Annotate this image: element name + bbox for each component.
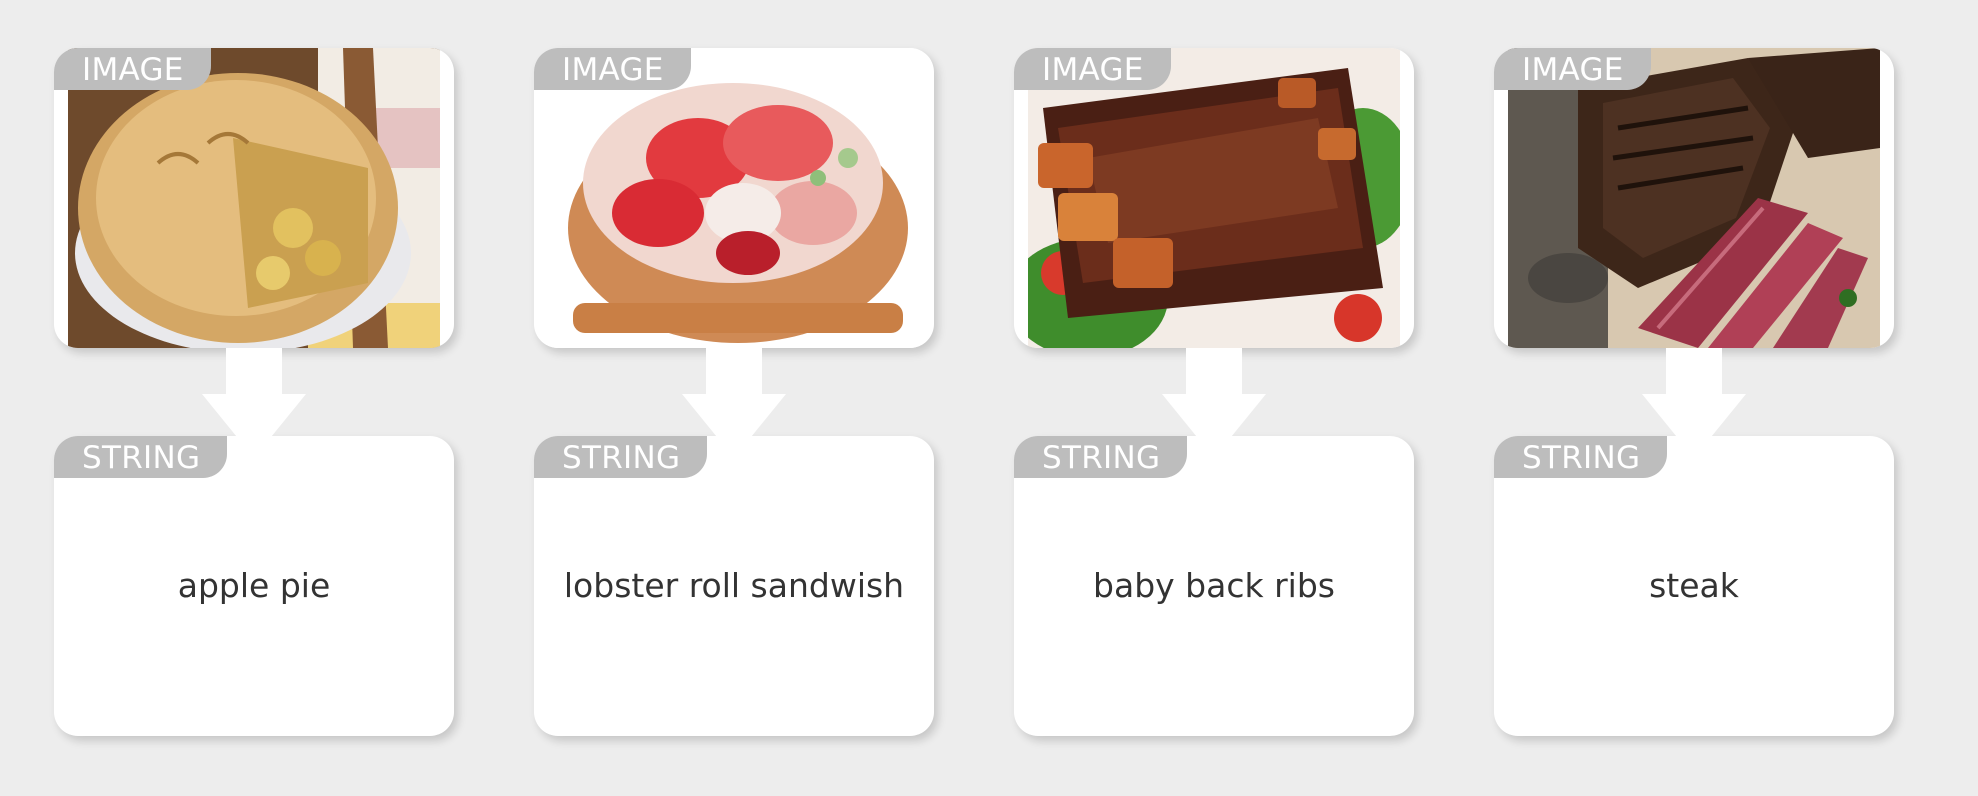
- image-type-tag: IMAGE: [54, 48, 211, 90]
- image-type-tag: IMAGE: [1014, 48, 1171, 90]
- string-card: STRING lobster roll sandwish: [534, 436, 934, 736]
- steak-photo: [1508, 48, 1880, 348]
- image-card: IMAGE: [534, 48, 934, 348]
- pair-column-1: IMAGE STRING apple pie: [54, 0, 454, 796]
- down-arrow-icon: [682, 348, 786, 458]
- string-card: STRING apple pie: [54, 436, 454, 736]
- apple-pie-photo: [68, 48, 440, 348]
- string-value: lobster roll sandwish: [563, 566, 905, 605]
- image-card: IMAGE: [54, 48, 454, 348]
- image-card: IMAGE: [1494, 48, 1894, 348]
- down-arrow-icon: [1162, 348, 1266, 458]
- pair-column-3: IMAGE STRING baby back ribs: [1014, 0, 1414, 796]
- image-type-tag: IMAGE: [534, 48, 691, 90]
- image-type-tag: IMAGE: [1494, 48, 1651, 90]
- pair-column-2: IMAGE STRING lobster roll sandwish: [534, 0, 934, 796]
- string-value: steak: [1649, 566, 1739, 605]
- baby-back-ribs-photo: [1028, 48, 1400, 348]
- down-arrow-icon: [1642, 348, 1746, 458]
- string-value: apple pie: [177, 566, 331, 605]
- string-card: STRING steak: [1494, 436, 1894, 736]
- string-card: STRING baby back ribs: [1014, 436, 1414, 736]
- down-arrow-icon: [202, 348, 306, 458]
- lobster-roll-photo: [548, 48, 920, 348]
- image-card: IMAGE: [1014, 48, 1414, 348]
- string-value: baby back ribs: [1093, 566, 1335, 605]
- pair-column-4: IMAGE STRING steak: [1494, 0, 1894, 796]
